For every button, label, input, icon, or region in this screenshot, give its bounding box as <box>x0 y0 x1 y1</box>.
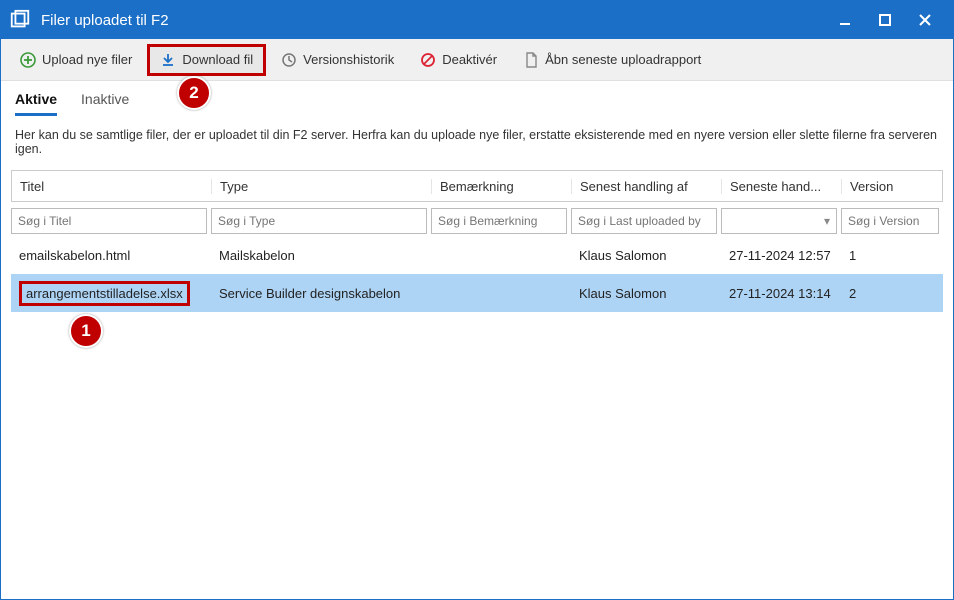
col-title[interactable]: Titel <box>12 179 212 194</box>
filter-lastby[interactable] <box>571 208 717 234</box>
chevron-down-icon: ▾ <box>824 214 830 228</box>
upload-button[interactable]: Upload nye filer <box>9 44 143 76</box>
cell-lastwhen: 27-11-2024 13:14 <box>721 286 841 301</box>
history-label: Versionshistorik <box>303 52 394 67</box>
cell-title: emailskabelon.html <box>11 248 211 263</box>
col-lastby[interactable]: Senest handling af <box>572 179 722 194</box>
col-type[interactable]: Type <box>212 179 432 194</box>
download-label: Download fil <box>182 52 253 67</box>
download-icon <box>160 52 176 68</box>
maximize-button[interactable] <box>865 1 905 39</box>
description-text: Her kan du se samtlige filer, der er upl… <box>1 116 953 170</box>
col-lastwhen[interactable]: Seneste hand... <box>722 179 842 194</box>
filter-title[interactable] <box>11 208 207 234</box>
cell-title: arrangementstilladelse.xlsx <box>11 281 211 306</box>
open-report-button[interactable]: Åbn seneste uploadrapport <box>512 44 712 76</box>
document-icon <box>523 52 539 68</box>
cell-lastwhen: 27-11-2024 12:57 <box>721 248 841 263</box>
table-row[interactable]: arrangementstilladelse.xlsx Service Buil… <box>11 274 943 312</box>
close-button[interactable] <box>905 1 945 39</box>
filter-row: ▾ <box>11 206 943 236</box>
title-bar: Filer uploadet til F2 <box>1 1 953 39</box>
selected-file-title: arrangementstilladelse.xlsx <box>19 281 190 306</box>
app-icon <box>9 9 31 31</box>
plus-icon <box>20 52 36 68</box>
column-headers: Titel Type Bemærkning Senest handling af… <box>11 170 943 202</box>
prohibit-icon <box>420 52 436 68</box>
tab-active[interactable]: Aktive <box>15 91 57 116</box>
deactivate-button[interactable]: Deaktivér <box>409 44 508 76</box>
filter-type[interactable] <box>211 208 427 234</box>
cell-version: 2 <box>841 286 943 301</box>
tab-bar: Aktive Inaktive <box>1 81 953 116</box>
cell-lastby: Klaus Salomon <box>571 286 721 301</box>
col-note[interactable]: Bemærkning <box>432 179 572 194</box>
file-grid: Titel Type Bemærkning Senest handling af… <box>1 170 953 312</box>
cell-type: Mailskabelon <box>211 248 431 263</box>
table-row[interactable]: emailskabelon.html Mailskabelon Klaus Sa… <box>11 236 943 274</box>
tab-inactive[interactable]: Inaktive <box>81 91 129 116</box>
toolbar: Upload nye filer Download fil Versionshi… <box>1 39 953 81</box>
cell-version: 1 <box>841 248 943 263</box>
cell-type: Service Builder designskabelon <box>211 286 431 301</box>
clock-icon <box>281 52 297 68</box>
col-version[interactable]: Version <box>842 179 942 194</box>
window-title: Filer uploadet til F2 <box>41 12 825 29</box>
cell-lastby: Klaus Salomon <box>571 248 721 263</box>
open-report-label: Åbn seneste uploadrapport <box>545 52 701 67</box>
history-button[interactable]: Versionshistorik <box>270 44 405 76</box>
filter-note[interactable] <box>431 208 567 234</box>
minimize-button[interactable] <box>825 1 865 39</box>
filter-lastwhen-dropdown[interactable]: ▾ <box>721 208 837 234</box>
filter-version[interactable] <box>841 208 939 234</box>
download-button[interactable]: Download fil <box>147 44 266 76</box>
annotation-badge-1: 1 <box>69 314 103 348</box>
annotation-badge-2: 2 <box>177 76 211 110</box>
upload-label: Upload nye filer <box>42 52 132 67</box>
deactivate-label: Deaktivér <box>442 52 497 67</box>
